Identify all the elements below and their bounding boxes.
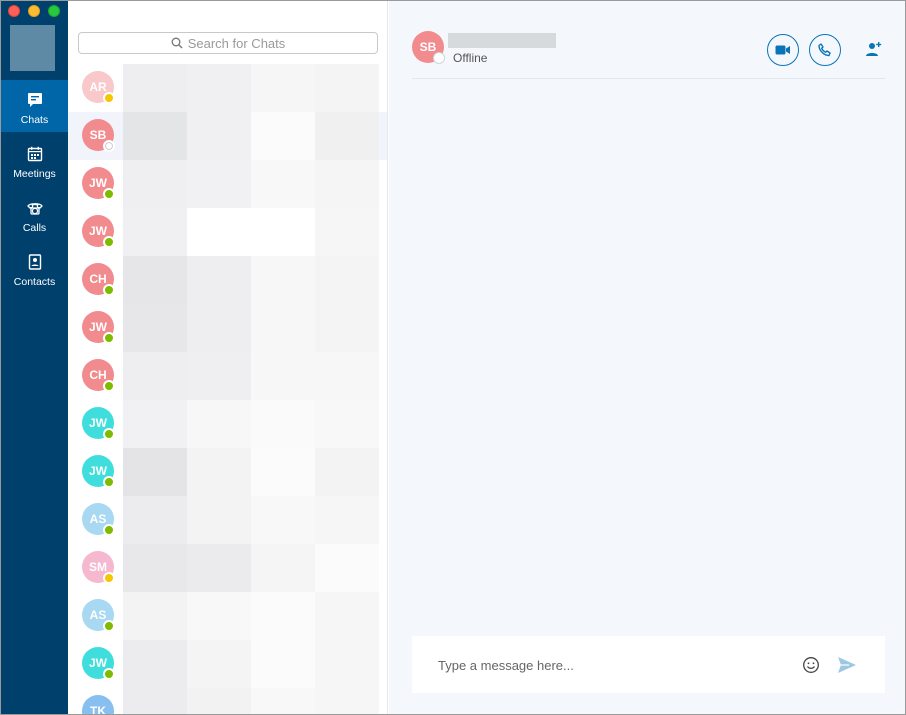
nav-contacts-label: Contacts [13,276,56,288]
presence-online-indicator [103,236,115,248]
presence-away-indicator [103,572,115,584]
add-person-icon [866,42,882,56]
presence-online-indicator [103,284,115,296]
nav-meetings[interactable]: Meetings [1,134,68,186]
chat-icon [26,91,44,109]
search-box[interactable]: Search for Chats [78,32,378,54]
message-input[interactable] [438,654,778,676]
minimize-window-button[interactable] [28,5,40,17]
send-icon[interactable] [837,656,857,674]
chat-list-item[interactable]: JW [68,304,387,352]
chat-preview-redacted [123,304,379,352]
chat-list-item[interactable]: JW [68,160,387,208]
chat-list-item[interactable]: SB [68,112,387,160]
chat-list-item[interactable]: AR [68,64,387,112]
sidebar: Chats Meetings Calls Contacts [1,1,68,714]
presence-offline-indicator [103,140,115,152]
chat-list-item[interactable]: JW [68,400,387,448]
avatar: TK [82,695,114,714]
chat-list-item[interactable]: JW [68,208,387,256]
nav-calls[interactable]: Calls [1,188,68,240]
nav-chats[interactable]: Chats [1,80,68,132]
app-window: Chats Meetings Calls Contacts Search for… [0,0,906,715]
presence-online-indicator [103,428,115,440]
video-call-button[interactable] [767,34,799,66]
presence-online-indicator [103,524,115,536]
chat-preview-redacted [123,64,379,112]
phone-icon [818,43,831,57]
chat-preview-redacted [123,640,379,688]
conversation-header: SB Offline [412,19,885,79]
contact-status: Offline [453,51,488,65]
calendar-icon [26,145,44,163]
message-composer [412,636,885,693]
chat-preview-redacted [123,112,379,160]
presence-online-indicator [103,476,115,488]
chat-preview-redacted [123,544,379,592]
audio-call-button[interactable] [809,34,841,66]
presence-away-indicator [103,92,115,104]
presence-online-indicator [103,668,115,680]
chat-list-item[interactable]: TK [68,688,387,714]
presence-online-indicator [103,380,115,392]
presence-online-indicator [103,332,115,344]
chat-preview-redacted [123,352,379,400]
chat-list-item[interactable]: CH [68,256,387,304]
search-placeholder: Search for Chats [187,35,286,51]
nav-calls-label: Calls [22,222,47,234]
presence-offline-indicator [433,52,445,64]
chat-preview-redacted [123,400,379,448]
video-camera-icon [775,45,790,55]
presence-online-indicator [103,188,115,200]
chat-preview-redacted [123,496,379,544]
close-window-button[interactable] [8,5,20,17]
chat-list-item[interactable]: SM [68,544,387,592]
conversation-panel: SB Offline [389,1,905,714]
nav-contacts[interactable]: Contacts [1,242,68,294]
chat-preview-redacted [123,448,379,496]
chat-list-item[interactable]: JW [68,640,387,688]
nav-meetings-label: Meetings [13,168,56,180]
chat-list-item[interactable]: JW [68,448,387,496]
maximize-window-button[interactable] [48,5,60,17]
contacts-icon [26,253,44,271]
profile-picture[interactable] [10,25,55,71]
chat-list-item[interactable]: AS [68,496,387,544]
chat-list-item[interactable]: AS [68,592,387,640]
chat-preview-redacted [123,208,379,256]
chat-list: AR SB JW JW CH JW CH JW JW AS SM AS JW TK [68,64,387,714]
add-participant-button[interactable] [863,38,885,60]
chat-preview-redacted [123,688,379,714]
chat-preview-redacted [123,256,379,304]
chat-preview-redacted [123,592,379,640]
presence-online-indicator [103,620,115,632]
nav-chats-label: Chats [20,114,49,126]
search-icon [171,37,183,49]
emoji-icon[interactable] [802,656,820,674]
chat-list-panel: Search for Chats AR SB JW JW CH JW CH JW JW AS SM A… [68,1,388,714]
phone-icon [26,199,44,217]
contact-name-redacted [448,33,556,48]
window-controls [8,5,60,17]
chat-preview-redacted [123,160,379,208]
chat-list-item[interactable]: CH [68,352,387,400]
